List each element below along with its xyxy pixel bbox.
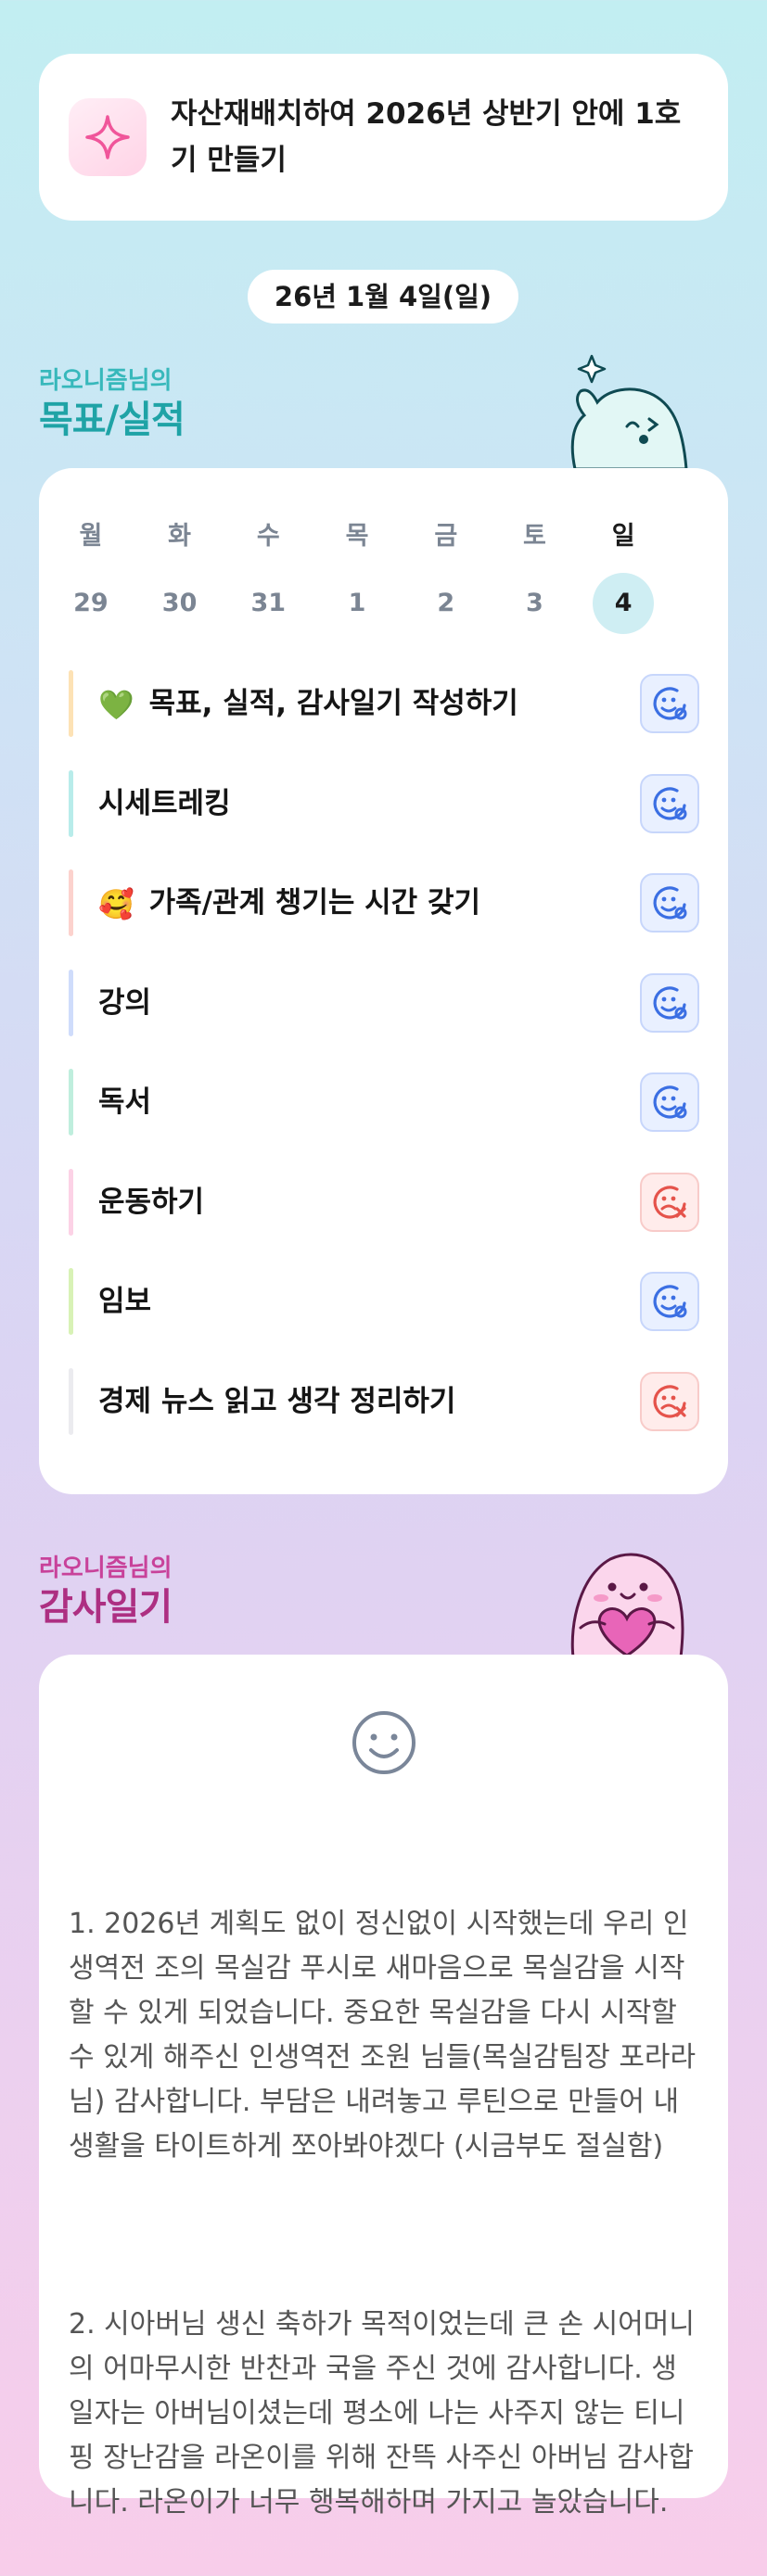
- day-button[interactable]: 29: [46, 573, 135, 634]
- goals-section-title: 목표/실적: [39, 399, 185, 441]
- goal-label: 경제 뉴스 읽고 생각 정리하기: [98, 1385, 456, 1418]
- goal-color-bar: [69, 1368, 73, 1435]
- goal-label: 독서: [98, 1085, 152, 1119]
- gratitude-section-title: 감사일기: [39, 1586, 173, 1629]
- main-goal-card[interactable]: 자산재배치하여 2026년 상반기 안에 1호기 만들기: [39, 54, 728, 221]
- goal-label: 💚 목표, 실적, 감사일기 작성하기: [98, 670, 518, 737]
- goal-row: 시세트레킹: [69, 770, 699, 837]
- goal-color-bar: [69, 1268, 73, 1335]
- weekday-fri: 금: [434, 522, 458, 551]
- goal-color-bar: [69, 770, 73, 837]
- status-done-icon[interactable]: [640, 1072, 699, 1132]
- weekday-sun: 일: [611, 522, 635, 551]
- goal-label: 임보: [98, 1285, 152, 1318]
- goal-color-bar: [69, 670, 73, 737]
- day-button[interactable]: 30: [135, 573, 224, 634]
- status-missed-icon[interactable]: [640, 1173, 699, 1232]
- weekday-sat: 토: [523, 522, 546, 551]
- goal-row: 강의: [69, 970, 699, 1036]
- status-done-icon[interactable]: [640, 873, 699, 933]
- goal-color-bar: [69, 1069, 73, 1136]
- day-button[interactable]: 31: [224, 573, 313, 634]
- weekday-header: 월 화 수 목 금 토 일: [46, 515, 668, 552]
- goal-row: 독서: [69, 1069, 699, 1136]
- goal-row: 💚 목표, 실적, 감사일기 작성하기: [69, 670, 699, 737]
- goal-color-bar: [69, 1169, 73, 1236]
- gratitude-entry: 2. 시아버님 생신 축하가 목적이었는데 큰 손 시어머니의 어마무시한 반찬…: [69, 2308, 695, 2519]
- weekday-tue: 화: [168, 522, 191, 551]
- smile-face-icon[interactable]: [349, 1707, 419, 1782]
- day-button[interactable]: 2: [402, 573, 491, 634]
- goal-row: 운동하기: [69, 1169, 699, 1236]
- green-heart-emoji: 💚: [98, 688, 134, 722]
- goal-label: 🥰 가족/관계 챙기는 시간 갖기: [98, 869, 480, 936]
- day-button[interactable]: 3: [491, 573, 580, 634]
- status-done-icon[interactable]: [640, 1272, 699, 1331]
- week-day-picker: 29 30 31 1 2 3 4: [46, 573, 668, 634]
- goal-row: 경제 뉴스 읽고 생각 정리하기: [69, 1368, 699, 1435]
- status-done-icon[interactable]: [640, 674, 699, 733]
- day-button-selected[interactable]: 4: [579, 573, 668, 634]
- goal-row: 임보: [69, 1268, 699, 1335]
- weekday-mon: 월: [79, 522, 103, 551]
- goal-color-bar: [69, 869, 73, 936]
- sparkle-icon: [69, 98, 147, 176]
- weekday-wed: 수: [256, 522, 280, 551]
- main-goal-text: 자산재배치하여 2026년 상반기 안에 1호기 만들기: [171, 97, 682, 177]
- gratitude-entry: 1. 2026년 계획도 없이 정신없이 시작했는데 우리 인생역전 조의 목실…: [69, 1908, 697, 2163]
- goal-color-bar: [69, 970, 73, 1036]
- goal-label: 시세트레킹: [98, 787, 231, 820]
- hearts-face-emoji: 🥰: [98, 887, 134, 921]
- date-label[interactable]: 26년 1월 4일(일): [248, 270, 518, 324]
- ghost-mascot-icon: [556, 350, 696, 475]
- weekday-thu: 목: [345, 522, 369, 551]
- day-button[interactable]: 1: [313, 573, 402, 634]
- gratitude-diary-text: 1. 2026년 계획도 없이 정신없이 시작했는데 우리 인생역전 조의 목실…: [69, 1813, 699, 2576]
- status-done-icon[interactable]: [640, 774, 699, 833]
- heart-mascot-icon: [553, 1539, 701, 1661]
- goal-label: 운동하기: [98, 1186, 205, 1219]
- status-done-icon[interactable]: [640, 973, 699, 1033]
- goal-label: 강의: [98, 986, 152, 1020]
- status-missed-icon[interactable]: [640, 1372, 699, 1431]
- goal-row: 🥰 가족/관계 챙기는 시간 갖기: [69, 869, 699, 936]
